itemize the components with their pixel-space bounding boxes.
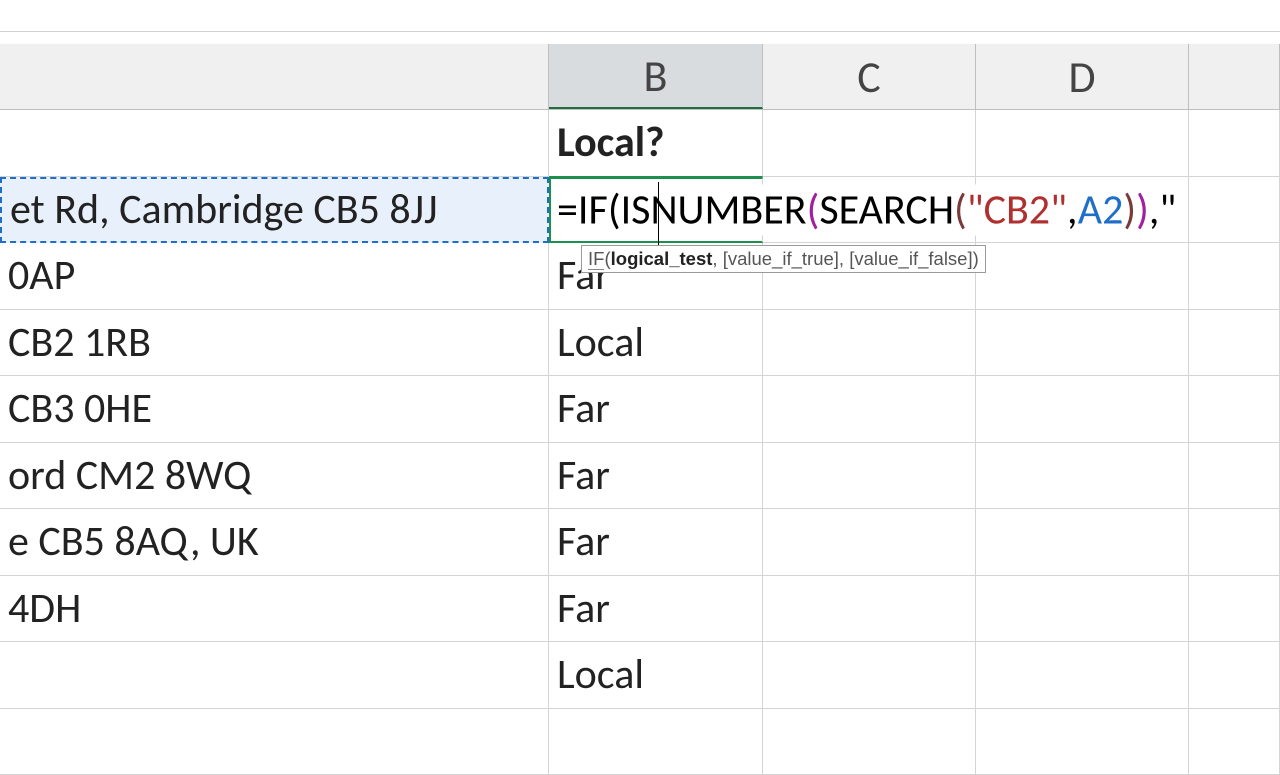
- table-row: et Rd, Cambridge CB5 8JJ =IF(ISNUMBER(SE…: [0, 177, 1280, 244]
- cell[interactable]: Local: [549, 642, 763, 709]
- column-header-c[interactable]: C: [763, 44, 976, 109]
- table-row: ord CM2 8WQ Far: [0, 443, 1280, 510]
- cell[interactable]: [763, 443, 976, 510]
- cell[interactable]: [0, 709, 549, 775]
- cell[interactable]: Far: [549, 509, 763, 576]
- cell-a1[interactable]: [0, 110, 549, 177]
- cell[interactable]: [1189, 376, 1280, 443]
- column-header-e[interactable]: [1189, 44, 1280, 109]
- cell[interactable]: [976, 443, 1189, 510]
- cell[interactable]: [976, 576, 1189, 643]
- table-row: CB2 1RB Local: [0, 310, 1280, 377]
- cell-e1[interactable]: [1189, 110, 1280, 177]
- spreadsheet-grid: B C D Local? et Rd, Cambridge CB5 8JJ =I…: [0, 44, 1280, 720]
- cell[interactable]: [763, 642, 976, 709]
- cell[interactable]: [0, 642, 549, 709]
- cell[interactable]: Far: [549, 376, 763, 443]
- cell[interactable]: [976, 376, 1189, 443]
- cell[interactable]: Far: [549, 576, 763, 643]
- cell[interactable]: [1189, 576, 1280, 643]
- cell[interactable]: e CB5 8AQ, UK: [0, 509, 549, 576]
- cell[interactable]: [1189, 509, 1280, 576]
- cell-c1[interactable]: [763, 110, 976, 177]
- column-header-b[interactable]: B: [549, 44, 763, 109]
- cell[interactable]: [1189, 243, 1280, 310]
- table-row: Local?: [0, 110, 1280, 177]
- cell[interactable]: CB3 0HE: [0, 376, 549, 443]
- cell-a2[interactable]: et Rd, Cambridge CB5 8JJ: [0, 177, 549, 244]
- cell[interactable]: 4DH: [0, 576, 549, 643]
- cell[interactable]: [763, 709, 976, 775]
- cell[interactable]: [976, 642, 1189, 709]
- cell[interactable]: [976, 310, 1189, 377]
- table-row: CB3 0HE Far: [0, 376, 1280, 443]
- cell-b1[interactable]: Local?: [549, 110, 763, 177]
- column-header-d[interactable]: D: [976, 44, 1189, 109]
- cell[interactable]: [763, 376, 976, 443]
- cell[interactable]: CB2 1RB: [0, 310, 549, 377]
- cell[interactable]: [976, 243, 1189, 310]
- cell[interactable]: [763, 509, 976, 576]
- column-headers: B C D: [0, 44, 1280, 110]
- cell[interactable]: [549, 709, 763, 775]
- column-header-a[interactable]: [0, 44, 549, 109]
- cell[interactable]: [1189, 310, 1280, 377]
- cell[interactable]: [1189, 709, 1280, 775]
- table-row: [0, 709, 1280, 775]
- table-row: Local: [0, 642, 1280, 709]
- cell-b2-editing[interactable]: =IF(ISNUMBER(SEARCH("CB2",A2))," IF(logi…: [549, 177, 763, 244]
- text-caret: [658, 182, 659, 246]
- table-row: e CB5 8AQ, UK Far: [0, 509, 1280, 576]
- cell[interactable]: [763, 310, 976, 377]
- cell[interactable]: [763, 576, 976, 643]
- table-row: 4DH Far: [0, 576, 1280, 643]
- cell-d1[interactable]: [976, 110, 1189, 177]
- cell[interactable]: 0AP: [0, 243, 549, 310]
- cell[interactable]: [1189, 642, 1280, 709]
- function-tooltip[interactable]: IF(logical_test, [value_if_true], [value…: [581, 245, 986, 273]
- formula-bar[interactable]: ocal","Far"): [0, 0, 1280, 32]
- formula-text: =IF(ISNUMBER(SEARCH("CB2",A2)),": [557, 184, 1180, 235]
- rows: Local? et Rd, Cambridge CB5 8JJ =IF(ISNU…: [0, 110, 1280, 775]
- cell[interactable]: Local: [549, 310, 763, 377]
- cell-e2[interactable]: [1189, 177, 1280, 244]
- cell[interactable]: [976, 509, 1189, 576]
- cell[interactable]: ord CM2 8WQ: [0, 443, 549, 510]
- cell[interactable]: [1189, 443, 1280, 510]
- cell[interactable]: [976, 709, 1189, 775]
- cell[interactable]: Far: [549, 443, 763, 510]
